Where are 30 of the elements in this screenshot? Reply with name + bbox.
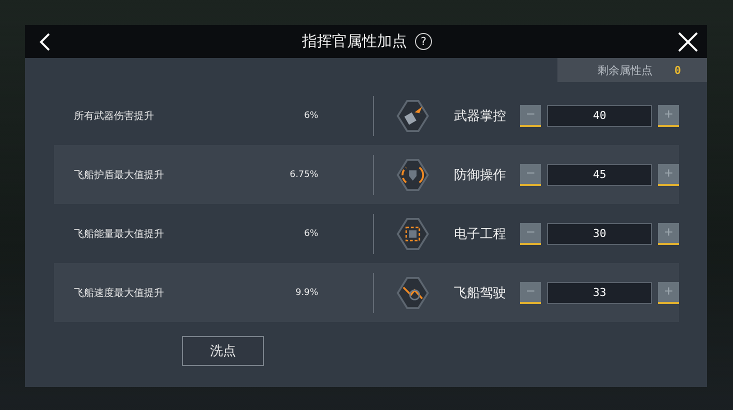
remaining-points-label: 剩余属性点 — [597, 62, 652, 78]
plus-button[interactable]: + — [658, 282, 679, 304]
effect-value: 6.75% — [288, 170, 318, 180]
minus-button[interactable]: − — [520, 104, 541, 126]
effect-value: 9.9% — [294, 288, 318, 298]
effect-label: 飞船护盾最大值提升 — [73, 168, 165, 182]
attribute-value-field[interactable]: 30 — [546, 222, 652, 244]
attribute-value-field[interactable]: 40 — [546, 104, 652, 126]
attribute-name: 防御操作 — [454, 166, 507, 184]
effect-value: 6% — [303, 228, 318, 238]
effect-label: 飞船能量最大值提升 — [73, 228, 165, 240]
attribute-name: 飞船驾驶 — [454, 284, 507, 302]
help-button[interactable]: ? — [415, 33, 432, 50]
reset-button[interactable]: 洗点 — [182, 336, 264, 366]
effect-label: 所有武器伤害提升 — [73, 110, 155, 122]
effect-value: 6% — [303, 110, 318, 120]
plus-button[interactable]: + — [658, 222, 679, 244]
close-icon[interactable] — [677, 30, 699, 52]
attribute-name: 武器掌控 — [454, 108, 507, 124]
plus-button[interactable]: + — [658, 104, 679, 126]
minus-button[interactable]: − — [520, 222, 541, 244]
window-title: 指挥官属性加点 — [302, 32, 407, 51]
minus-button[interactable]: − — [520, 282, 541, 304]
plus-button[interactable]: + — [658, 164, 679, 186]
effect-label: 飞船速度最大值提升 — [73, 286, 165, 300]
remaining-points-value: 0 — [674, 64, 681, 76]
attribute-name: 电子工程 — [454, 226, 507, 242]
minus-button[interactable]: − — [520, 164, 541, 186]
attribute-value-field[interactable]: 33 — [546, 282, 652, 304]
attribute-value-field[interactable]: 45 — [546, 164, 652, 186]
